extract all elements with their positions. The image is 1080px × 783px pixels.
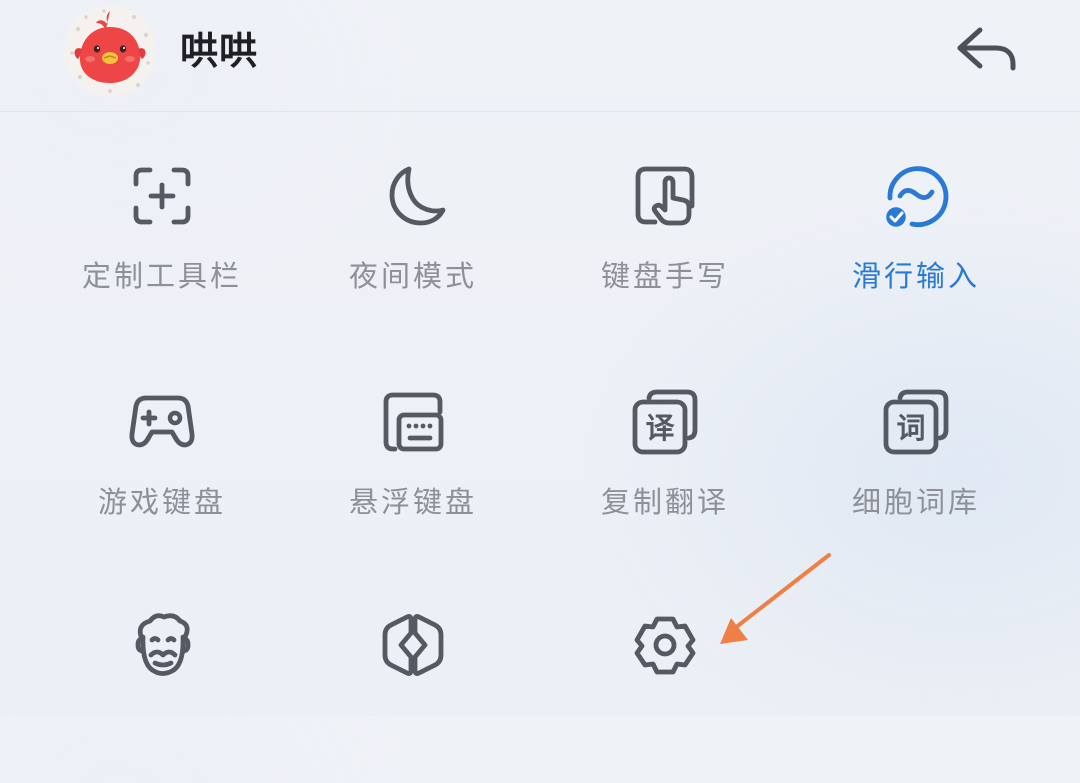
customize-toolbar-icon: [130, 164, 194, 228]
tile-label: 游戏键盘: [97, 485, 226, 519]
split-keyboard-icon: [381, 613, 445, 677]
svg-text:译: 译: [645, 411, 675, 445]
tile-night-mode[interactable]: 夜间模式: [288, 164, 538, 334]
username: 哄哄: [180, 29, 259, 73]
tile-elder-mode[interactable]: [37, 613, 287, 783]
moon-icon: [381, 164, 446, 228]
floating-keyboard-icon: [381, 390, 445, 454]
dictionary-icon: 词: [883, 389, 949, 455]
header: 哄哄: [0, 0, 1080, 112]
settings-gear-icon: [633, 613, 697, 677]
back-arrow-icon: [957, 27, 1016, 71]
elder-mode-icon: [130, 613, 194, 677]
tile-game-keyboard[interactable]: 游戏键盘: [37, 390, 287, 560]
tile-keyboard-handwriting[interactable]: 键盘手写: [540, 164, 790, 334]
tile-label: 悬浮键盘: [348, 485, 477, 519]
tile-split-keyboard[interactable]: [288, 613, 538, 783]
red-chick-avatar-icon: [64, 5, 156, 97]
back-button[interactable]: [950, 22, 1020, 78]
gamepad-icon: [129, 390, 195, 454]
tile-cell-dictionary[interactable]: 词 细胞词库: [791, 389, 1041, 560]
header-divider: [0, 111, 1080, 112]
tile-label: 夜间模式: [348, 259, 477, 293]
translate-icon: 译: [632, 389, 698, 455]
tile-swipe-input[interactable]: 滑行输入: [791, 164, 1041, 334]
tile-floating-keyboard[interactable]: 悬浮键盘: [288, 390, 538, 560]
tile-label: 细胞词库: [851, 485, 980, 519]
avatar[interactable]: [64, 5, 156, 97]
svg-text:词: 词: [896, 411, 925, 445]
tile-label: 键盘手写: [600, 259, 729, 293]
tile-label: 定制工具栏: [81, 259, 242, 293]
tile-label: 复制翻译: [600, 485, 729, 519]
tile-copy-translate[interactable]: 译 复制翻译: [540, 389, 790, 560]
handwriting-icon: [633, 164, 697, 228]
tile-customize-toolbar[interactable]: 定制工具栏: [37, 164, 287, 334]
swipe-input-icon: [883, 164, 949, 230]
tile-label: 滑行输入: [851, 259, 980, 293]
orange-pointer-arrow-icon: [718, 548, 838, 652]
